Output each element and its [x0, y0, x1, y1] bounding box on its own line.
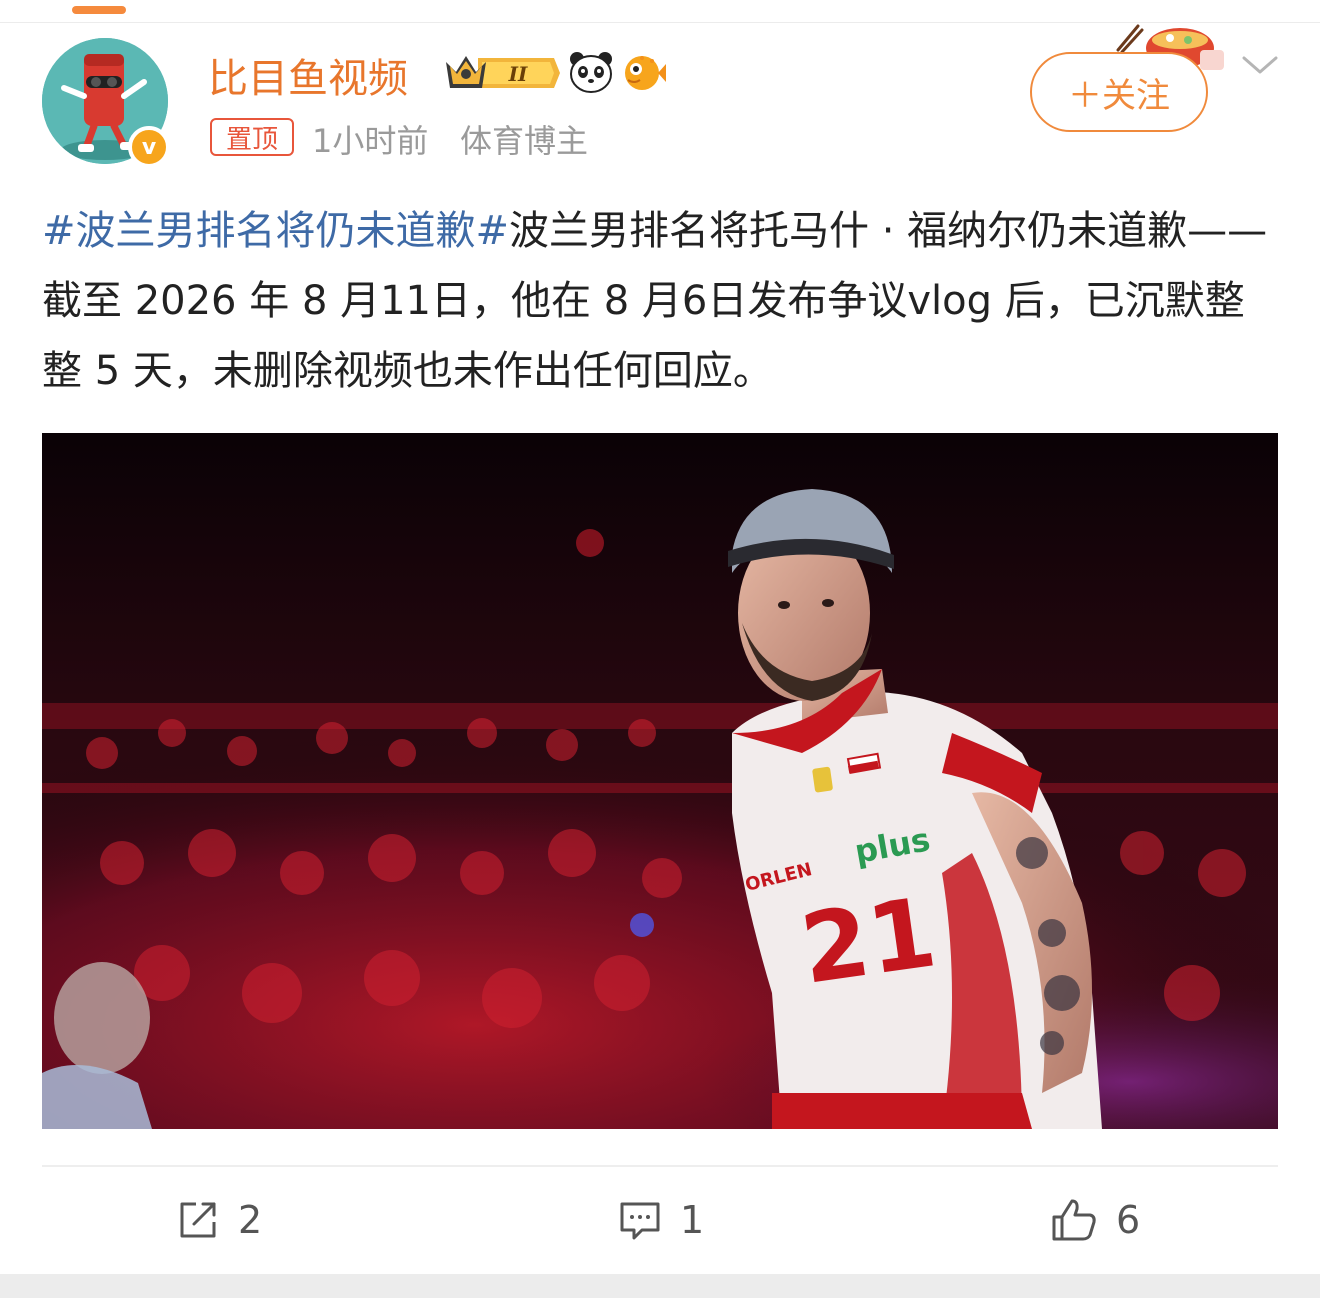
author-category: 体育博主	[460, 122, 589, 160]
post-text: #波兰男排名将仍未道歉#波兰男排名将托马什 · 福纳尔仍未道歉——截至 2026…	[42, 196, 1282, 406]
hashtag-link[interactable]: #波兰男排名将仍未道歉#	[42, 208, 509, 254]
post-time: 1小时前	[312, 122, 429, 160]
pufferfish-icon	[625, 56, 666, 90]
jersey-number: 21	[795, 876, 943, 1006]
panda-icon	[570, 52, 612, 93]
comment-count: 1	[680, 1198, 705, 1242]
top-tab-indicator	[72, 6, 126, 14]
author-name[interactable]: 比目鱼视频	[208, 46, 408, 104]
crown-badge-icon: II	[446, 56, 560, 88]
post-image[interactable]: plus 21 ORLEN	[42, 433, 1278, 1129]
comment-icon	[620, 1202, 660, 1240]
pinned-tag: 置顶	[210, 118, 294, 156]
verified-badge: v	[128, 126, 170, 168]
chevron-down-icon[interactable]	[1240, 52, 1280, 78]
repost-icon	[180, 1202, 216, 1238]
level-badge-text: II	[508, 62, 528, 86]
footer-separator	[0, 1274, 1320, 1298]
thumbs-up-icon	[1052, 1199, 1096, 1241]
follow-button[interactable]: ＋关注	[1030, 52, 1208, 132]
comment-button[interactable]: 1	[618, 1196, 704, 1244]
like-count: 6	[1116, 1198, 1141, 1242]
actions-divider	[42, 1165, 1278, 1167]
like-button[interactable]: 6	[1050, 1196, 1140, 1244]
repost-button[interactable]: 2	[176, 1196, 262, 1244]
volleyball-player-photo: plus 21 ORLEN	[42, 433, 1278, 1129]
repost-count: 2	[238, 1198, 263, 1242]
